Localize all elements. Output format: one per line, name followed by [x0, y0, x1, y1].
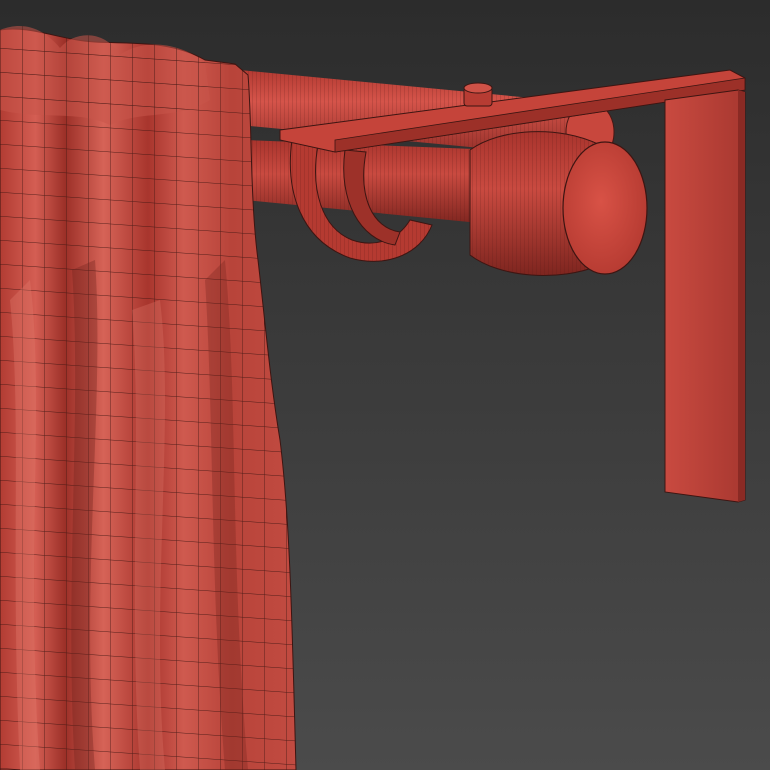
render-scene	[0, 0, 770, 770]
bracket-screw	[463, 82, 493, 107]
bracket-wall-plate	[664, 89, 746, 503]
render-viewport	[0, 0, 770, 770]
rod-finial	[469, 131, 648, 276]
